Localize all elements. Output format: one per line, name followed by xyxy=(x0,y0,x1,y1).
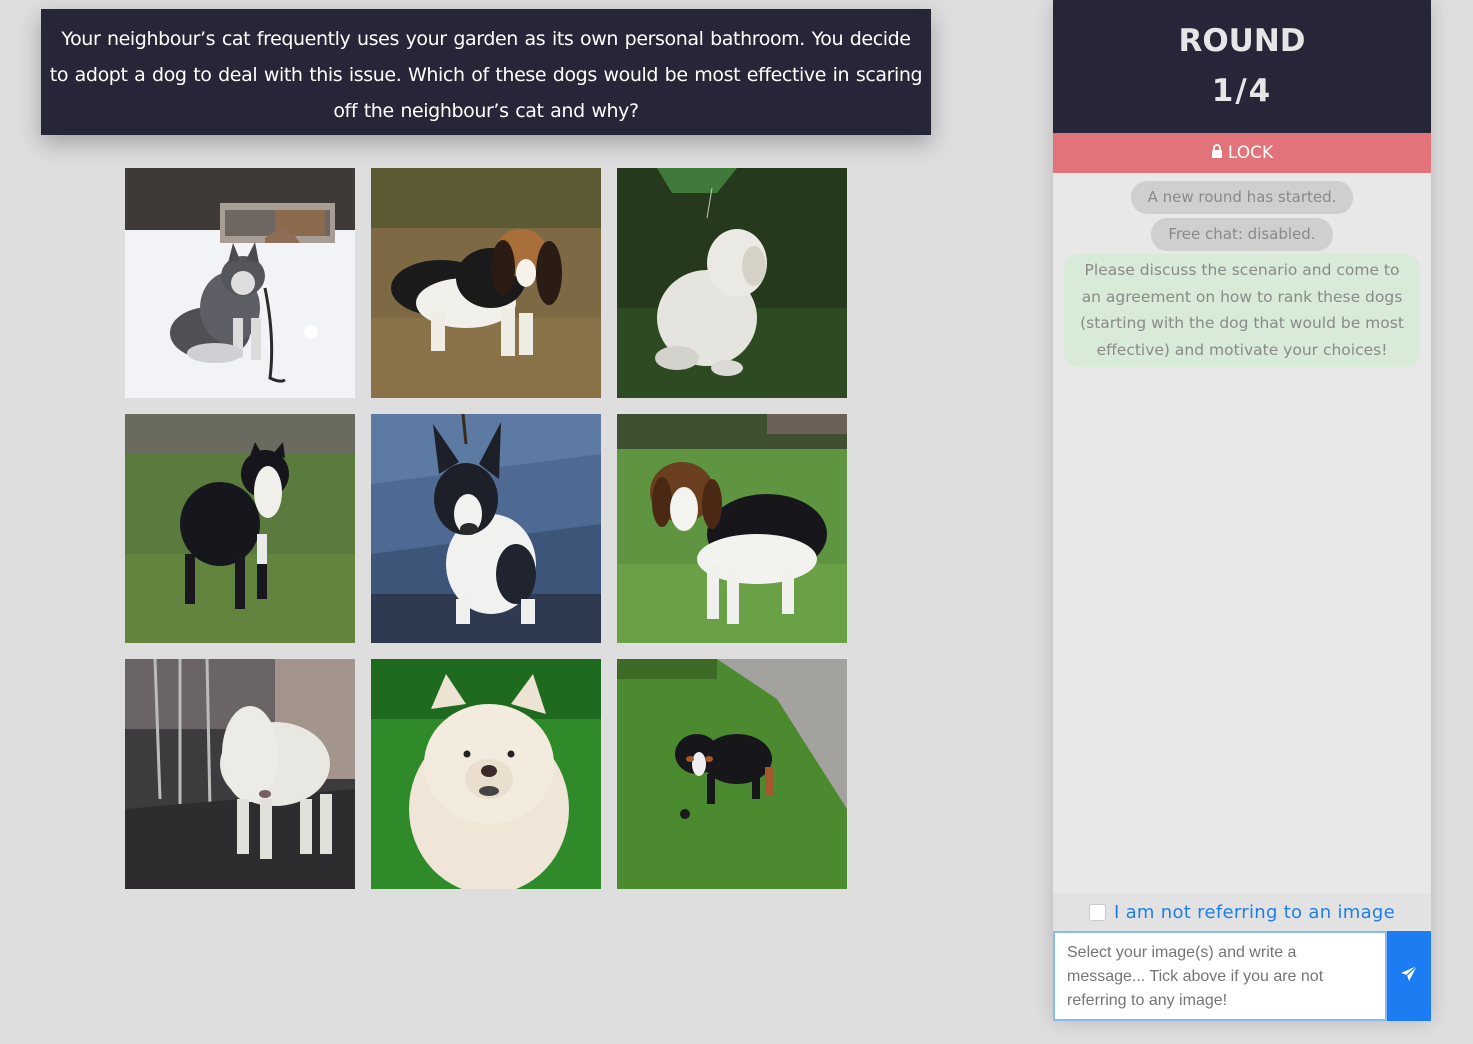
question-text: Your neighbour’s cat frequently uses you… xyxy=(49,28,923,122)
chat-log: A new round has started. Free chat: disa… xyxy=(1053,173,1431,367)
dog-image-1-graphic xyxy=(125,168,355,398)
not-referring-label[interactable]: I am not referring to an image xyxy=(1114,902,1395,923)
round-header: ROUND 1/4 xyxy=(1053,0,1431,133)
dog-image-4-graphic xyxy=(125,414,355,643)
dog-image-9[interactable] xyxy=(617,659,847,889)
dog-image-8-graphic xyxy=(371,659,601,889)
dog-image-5[interactable] xyxy=(371,414,601,643)
dog-image-3-graphic xyxy=(617,168,847,398)
dog-image-9-graphic xyxy=(617,659,847,889)
dog-image-4[interactable] xyxy=(125,414,355,643)
dog-image-6-graphic xyxy=(617,414,847,643)
dog-image-2[interactable] xyxy=(371,168,601,398)
dog-image-grid xyxy=(125,168,847,889)
not-referring-row: I am not referring to an image xyxy=(1053,893,1431,931)
message-composer xyxy=(1053,931,1431,1021)
dog-image-2-graphic xyxy=(371,168,601,398)
dog-image-1[interactable] xyxy=(125,168,355,398)
not-referring-checkbox[interactable] xyxy=(1088,903,1106,921)
dog-image-5-graphic xyxy=(371,414,601,643)
dog-image-6[interactable] xyxy=(617,414,847,643)
lock-button[interactable]: LOCK xyxy=(1053,133,1431,173)
message-input[interactable] xyxy=(1053,931,1387,1021)
send-button[interactable] xyxy=(1387,931,1431,1021)
chat-sidebar: ROUND 1/4 LOCK A new round has started. … xyxy=(1053,0,1431,1021)
system-message-round-started: A new round has started. xyxy=(1130,181,1354,214)
lock-icon xyxy=(1211,143,1228,163)
paper-plane-icon xyxy=(1400,965,1418,987)
round-count: 1/4 xyxy=(1211,73,1273,109)
dog-image-7-graphic xyxy=(125,659,355,889)
dog-image-8[interactable] xyxy=(371,659,601,889)
instruction-message: Please discuss the scenario and come to … xyxy=(1064,254,1420,367)
lock-label: LOCK xyxy=(1227,143,1274,163)
dog-image-7[interactable] xyxy=(125,659,355,889)
round-title: ROUND xyxy=(1178,23,1306,59)
dog-image-3[interactable] xyxy=(617,168,847,398)
question-banner: Your neighbour’s cat frequently uses you… xyxy=(41,9,931,135)
system-message-free-chat: Free chat: disabled. xyxy=(1151,218,1333,251)
